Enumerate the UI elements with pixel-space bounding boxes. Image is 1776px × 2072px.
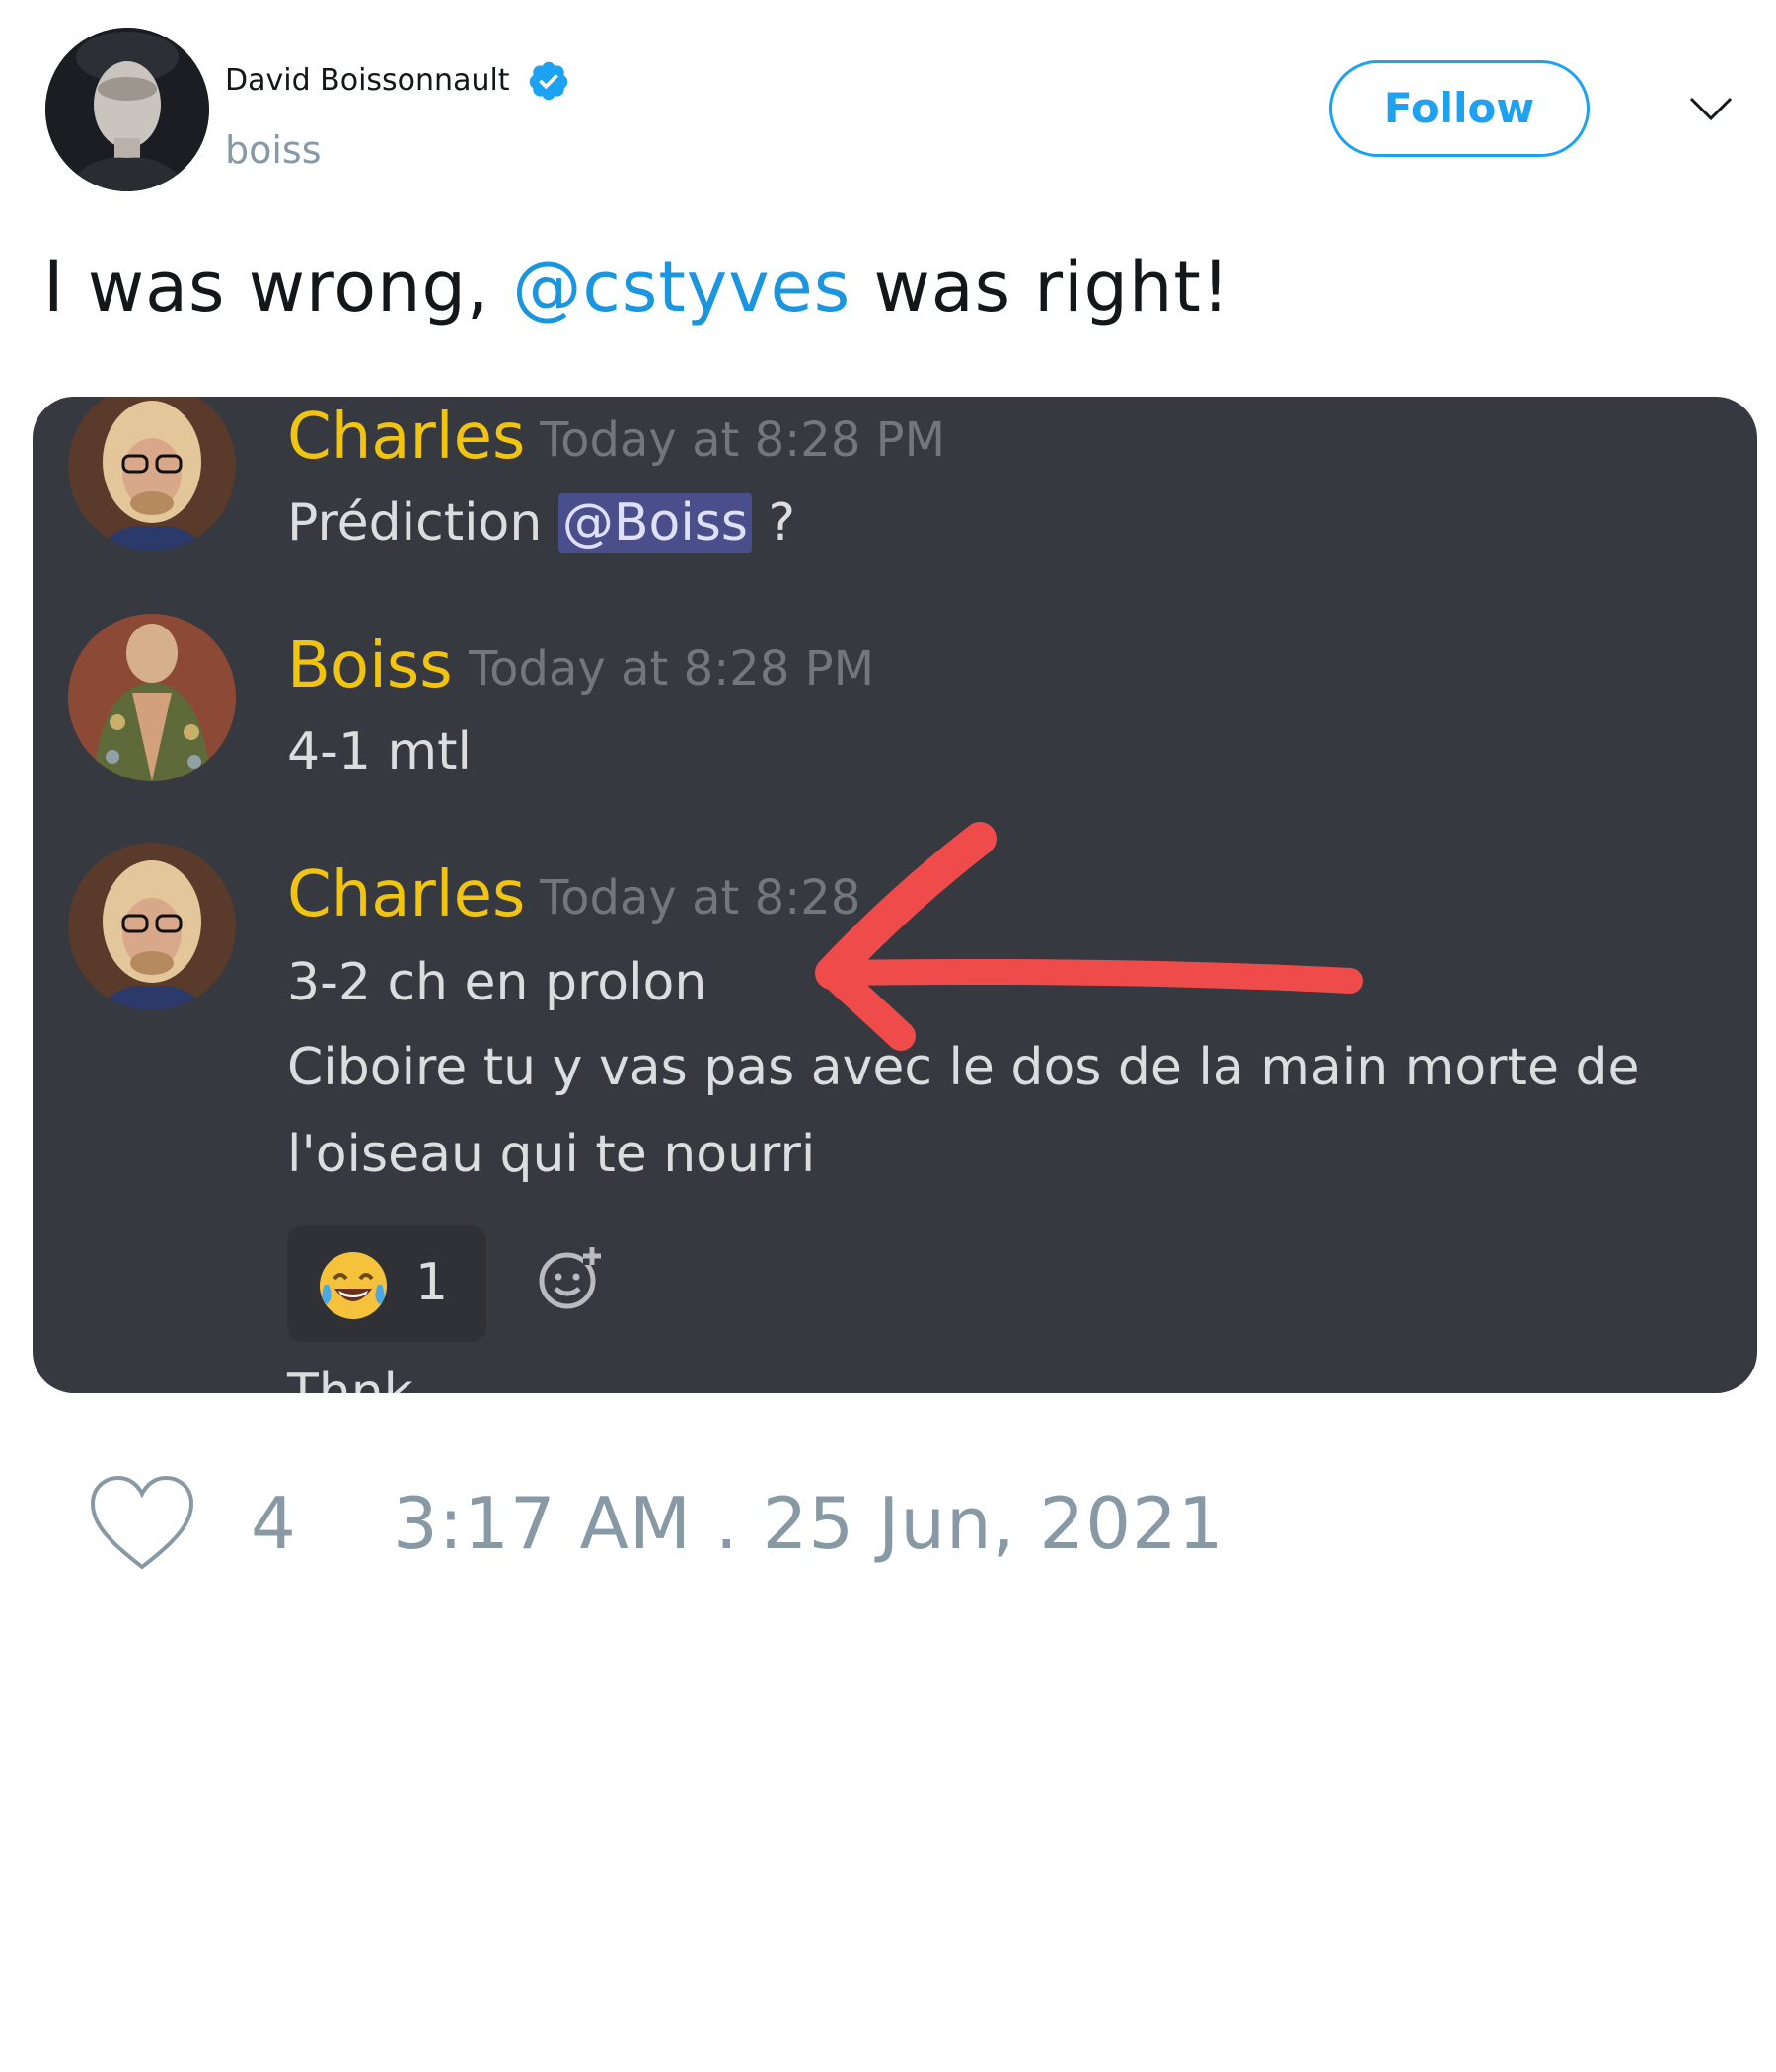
chevron-down-icon[interactable] bbox=[1687, 89, 1735, 128]
message-timestamp: Today at 8:28 PM bbox=[469, 641, 874, 697]
reaction-count: 1 bbox=[415, 1253, 449, 1312]
message-author[interactable]: Charles bbox=[287, 858, 525, 931]
message-timestamp: Today at 8:28 bbox=[540, 870, 861, 925]
message-timestamp: Today at 8:28 PM bbox=[540, 412, 945, 468]
message-text-suffix: ? bbox=[751, 493, 796, 553]
tears-of-joy-emoji-icon bbox=[320, 1252, 387, 1319]
verified-badge-icon bbox=[529, 61, 568, 101]
cut-off-message: Thnk bbox=[287, 1364, 413, 1393]
tweet-text-start: I was wrong, bbox=[43, 247, 513, 328]
tweet-media-image[interactable]: Charles Today at 8:28 PM Prédiction @Boi… bbox=[33, 397, 1757, 1393]
message-author[interactable]: Charles bbox=[287, 401, 525, 474]
message-author[interactable]: Boiss bbox=[287, 629, 453, 703]
user-mention-ping[interactable]: @Boiss bbox=[557, 493, 752, 553]
message-text-line: Ciboire tu y vas pas avec le dos de la m… bbox=[287, 1038, 1640, 1097]
tweet-footer: 4 3:17 AM . 25 Jun, 2021 bbox=[0, 1460, 1776, 1598]
message-text: Prédiction @Boiss ? bbox=[287, 493, 795, 553]
add-reaction-icon[interactable] bbox=[536, 1243, 605, 1312]
charles-avatar bbox=[68, 843, 236, 1010]
user-handle[interactable]: boiss bbox=[225, 128, 322, 172]
message-text-line: l'oiseau qui te nourri bbox=[287, 1125, 816, 1184]
follow-button[interactable]: Follow bbox=[1329, 60, 1590, 157]
reaction-pill[interactable]: 1 bbox=[287, 1225, 486, 1342]
charles-avatar bbox=[68, 397, 236, 551]
message-text-line: 3-2 ch en prolon bbox=[287, 953, 707, 1012]
tweet-text: I was wrong, @cstyves was right! bbox=[43, 247, 1230, 328]
mention-link[interactable]: @cstyves bbox=[512, 247, 851, 328]
tweet-text-end: was right! bbox=[851, 247, 1230, 328]
author-avatar[interactable] bbox=[45, 28, 209, 191]
message-text: 4-1 mtl bbox=[287, 722, 472, 781]
boiss-avatar bbox=[68, 614, 236, 781]
message-text-prefix: Prédiction bbox=[287, 493, 558, 553]
tweet-header: David Boissonnault boiss Follow bbox=[0, 0, 1776, 217]
tweet-timestamp[interactable]: 3:17 AM . 25 Jun, 2021 bbox=[393, 1482, 1224, 1565]
like-count[interactable]: 4 bbox=[251, 1482, 296, 1565]
heart-icon[interactable] bbox=[89, 1474, 195, 1573]
display-name[interactable]: David Boissonnault bbox=[225, 63, 510, 98]
